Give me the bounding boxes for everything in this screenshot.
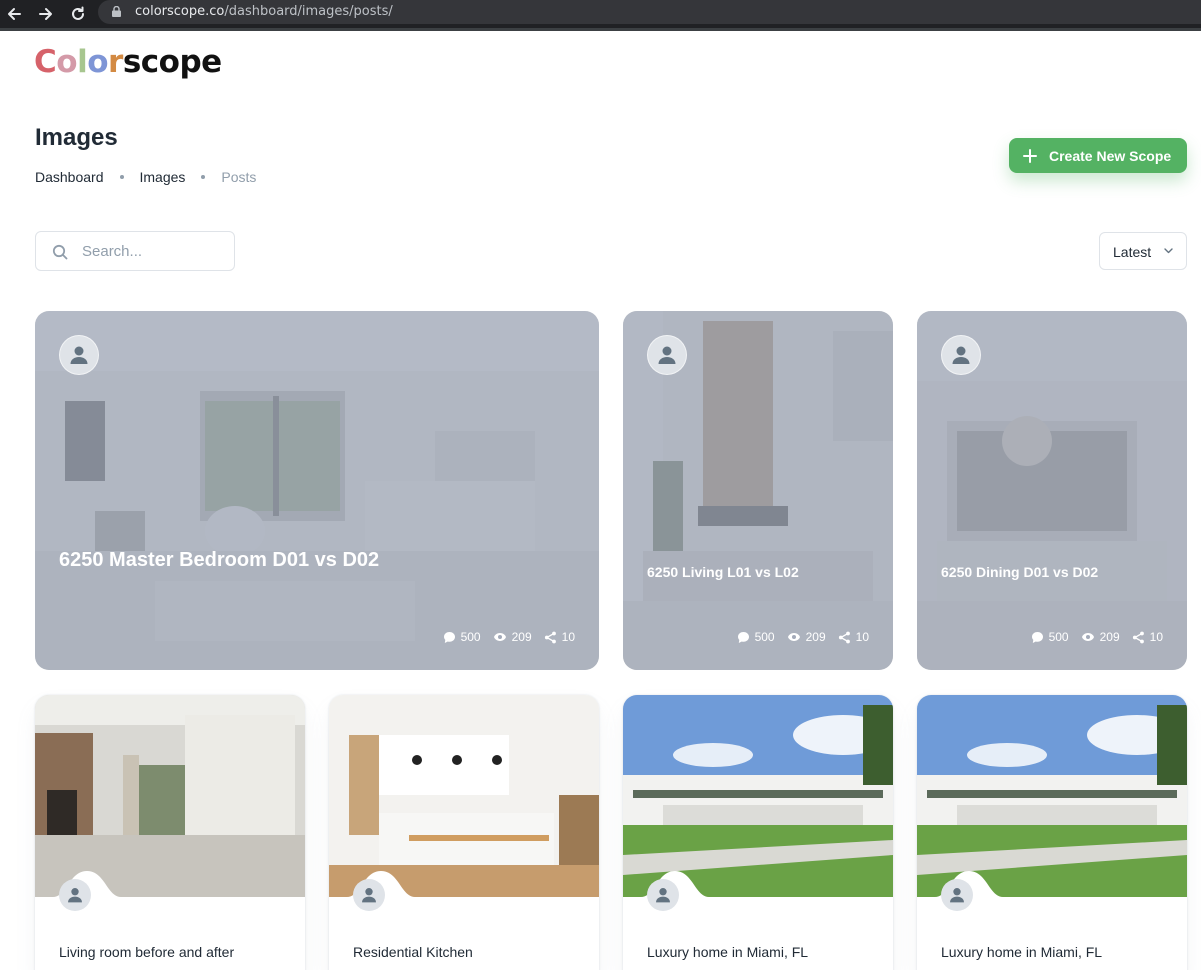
- avatar[interactable]: [353, 879, 385, 911]
- post-title[interactable]: 6250 Dining D01 vs D02: [941, 564, 1098, 580]
- search-icon: [52, 244, 68, 260]
- breadcrumb-posts: Posts: [221, 169, 257, 185]
- search-box[interactable]: [35, 231, 235, 271]
- reload-icon[interactable]: [68, 4, 88, 24]
- toolbar-divider: [0, 28, 1201, 31]
- comment-count-value: 500: [460, 630, 481, 644]
- logo-letter: C: [34, 44, 57, 80]
- page-title: Images: [35, 124, 118, 151]
- post-card[interactable]: Living room before and after: [35, 695, 305, 970]
- person-icon: [952, 346, 970, 364]
- comment-icon: [737, 631, 749, 643]
- avatar[interactable]: [647, 335, 687, 375]
- post-image: [329, 695, 599, 897]
- avatar[interactable]: [941, 335, 981, 375]
- post-title[interactable]: Living room before and after: [59, 944, 234, 960]
- post-card[interactable]: Luxury home in Miami, FL: [917, 695, 1187, 970]
- share-count-value: 10: [855, 630, 869, 644]
- share-count-value: 10: [561, 630, 575, 644]
- featured-post-card[interactable]: 6250 Living L01 vs L02 500 209 10: [623, 311, 893, 670]
- breadcrumb-separator: [119, 175, 124, 179]
- avatar[interactable]: [59, 335, 99, 375]
- post-title[interactable]: 6250 Master Bedroom D01 vs D02: [59, 549, 379, 572]
- browser-toolbar: colorscope.co/dashboard/images/posts/: [0, 0, 1201, 31]
- avatar[interactable]: [647, 879, 679, 911]
- image-overlay: [35, 311, 599, 670]
- post-title[interactable]: 6250 Living L01 vs L02: [647, 564, 799, 580]
- comment-count-value: 500: [1048, 630, 1069, 644]
- eye-icon: [493, 633, 506, 641]
- logo-letter: r: [108, 44, 123, 80]
- eye-icon: [1081, 633, 1094, 641]
- url-host: colorscope.co: [135, 4, 225, 19]
- post-image: [917, 695, 1187, 897]
- person-icon: [362, 888, 376, 903]
- share-icon: [544, 631, 556, 643]
- share-icon: [1132, 631, 1144, 643]
- comment-count: 500: [443, 630, 481, 644]
- post-stats: 500 209 10: [1019, 630, 1163, 644]
- featured-post-card[interactable]: 6250 Master Bedroom D01 vs D02 500 209 1…: [35, 311, 599, 670]
- comment-count-value: 500: [754, 630, 775, 644]
- view-count-value: 209: [1099, 630, 1120, 644]
- view-count: 209: [493, 630, 532, 644]
- search-input[interactable]: [82, 241, 222, 261]
- breadcrumb-images[interactable]: Images: [140, 169, 186, 185]
- plus-icon: [1023, 148, 1037, 163]
- arrow-right-icon[interactable]: [36, 4, 56, 24]
- person-icon: [658, 346, 676, 364]
- share-count: 10: [1132, 630, 1163, 644]
- create-new-scope-label: Create New Scope: [1049, 147, 1172, 164]
- chevron-down-icon: [1164, 248, 1173, 254]
- post-title[interactable]: Luxury home in Miami, FL: [941, 944, 1102, 960]
- person-icon: [950, 888, 964, 903]
- share-count-value: 10: [1149, 630, 1163, 644]
- logo-letter: o: [56, 44, 78, 80]
- post-image: [35, 695, 305, 897]
- avatar[interactable]: [59, 879, 91, 911]
- post-card[interactable]: Residential Kitchen: [329, 695, 599, 970]
- colorscope-logo[interactable]: Colorscope: [34, 44, 222, 80]
- person-icon: [656, 888, 670, 903]
- post-image: [623, 695, 893, 897]
- person-icon: [68, 888, 82, 903]
- view-count: 209: [1081, 630, 1120, 644]
- post-stats: 500 209 10: [725, 630, 869, 644]
- eye-icon: [787, 633, 800, 641]
- post-title[interactable]: Luxury home in Miami, FL: [647, 944, 808, 960]
- post-card[interactable]: Luxury home in Miami, FL: [623, 695, 893, 970]
- sort-select[interactable]: Latest: [1099, 232, 1187, 270]
- address-bar[interactable]: colorscope.co/dashboard/images/posts/: [98, 0, 1201, 24]
- sort-selected-value: Latest: [1113, 244, 1152, 260]
- create-new-scope-button[interactable]: Create New Scope: [1009, 138, 1187, 173]
- url-path: /dashboard/images/posts/: [224, 4, 393, 19]
- lock-icon: [112, 6, 121, 17]
- breadcrumb-dashboard[interactable]: Dashboard: [35, 169, 104, 185]
- arrow-left-icon[interactable]: [4, 4, 24, 24]
- view-count-value: 209: [805, 630, 826, 644]
- breadcrumb: Dashboard Images Posts: [35, 169, 256, 185]
- url-text: colorscope.co/dashboard/images/posts/: [135, 4, 393, 19]
- avatar[interactable]: [941, 879, 973, 911]
- logo-wordmark-scope: scope: [122, 44, 222, 80]
- logo-letter: l: [77, 44, 88, 80]
- share-count: 10: [838, 630, 869, 644]
- logo-letter: o: [87, 44, 109, 80]
- view-count: 209: [787, 630, 826, 644]
- comment-count: 500: [1031, 630, 1069, 644]
- share-icon: [838, 631, 850, 643]
- comment-count: 500: [737, 630, 775, 644]
- share-count: 10: [544, 630, 575, 644]
- view-count-value: 209: [511, 630, 532, 644]
- featured-post-card[interactable]: 6250 Dining D01 vs D02 500 209 10: [917, 311, 1187, 670]
- post-title[interactable]: Residential Kitchen: [353, 944, 473, 960]
- breadcrumb-separator: [201, 175, 206, 179]
- comment-icon: [1031, 631, 1043, 643]
- comment-icon: [443, 631, 455, 643]
- post-stats: 500 209 10: [431, 630, 575, 644]
- person-icon: [70, 346, 88, 364]
